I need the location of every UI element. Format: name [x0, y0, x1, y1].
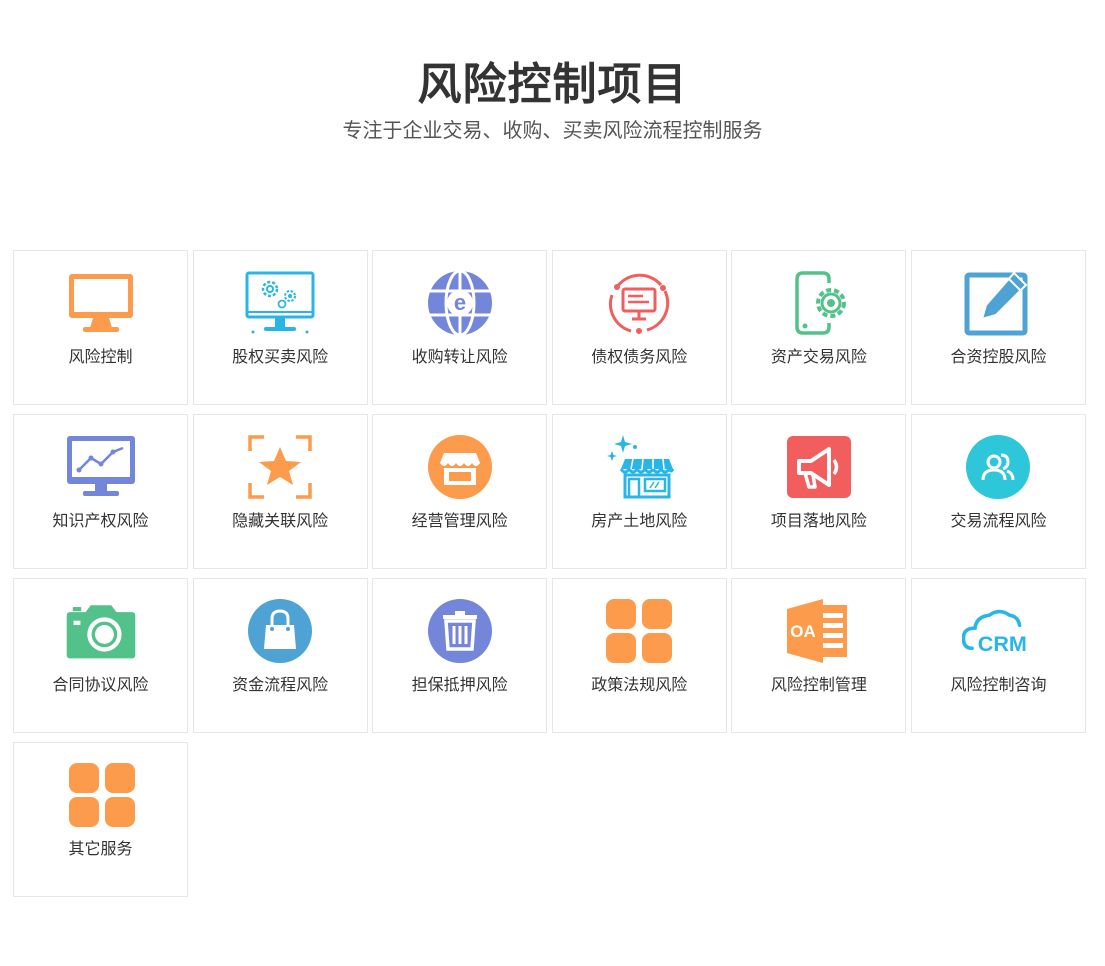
service-label: 交易流程风险: [950, 511, 1047, 530]
shop-circle-icon: [424, 433, 496, 501]
service-card-operations[interactable]: 经营管理风险: [372, 414, 548, 569]
service-card-ip[interactable]: 知识产权风险: [13, 414, 188, 569]
edit-pencil-icon: [962, 269, 1034, 337]
service-card-acquisition[interactable]: e 收购转让风险: [372, 250, 548, 405]
service-label: 股权买卖风险: [232, 347, 329, 366]
service-card-risk-management[interactable]: OA 风险控制管理: [731, 578, 907, 733]
service-label: 合资控股风险: [950, 347, 1047, 366]
service-label: 合同协议风险: [52, 675, 149, 694]
service-card-asset-trade[interactable]: 资产交易风险: [731, 250, 907, 405]
service-card-policy[interactable]: 政策法规风险: [551, 578, 727, 733]
service-card-funds-flow[interactable]: 资金流程风险: [192, 578, 368, 733]
service-label: 隐藏关联风险: [232, 511, 329, 530]
globe-e-icon: e: [424, 269, 496, 337]
service-label: 收购转让风险: [411, 347, 508, 366]
crm-cloud-icon: CRM: [962, 597, 1034, 665]
service-label: 担保抵押风险: [411, 675, 508, 694]
star-frame-icon: [244, 433, 316, 501]
service-label: 其它服务: [68, 839, 133, 858]
service-card-hidden-relations[interactable]: 隐藏关联风险: [192, 414, 368, 569]
service-label: 资产交易风险: [770, 347, 867, 366]
grid-squares-icon: [65, 761, 137, 829]
service-label: 房产土地风险: [591, 511, 688, 530]
service-label: 资金流程风险: [232, 675, 329, 694]
tablet-gear-icon: [783, 269, 855, 337]
storefront-sparkle-icon: [603, 433, 675, 501]
service-label: 债权债务风险: [591, 347, 688, 366]
monitor-icon: [65, 269, 137, 337]
service-card-guarantee[interactable]: 担保抵押风险: [372, 578, 548, 733]
service-label: 知识产权风险: [52, 511, 149, 530]
service-label: 风险控制: [68, 347, 133, 366]
svg-text:e: e: [454, 290, 466, 315]
service-card-other[interactable]: 其它服务: [13, 742, 188, 897]
service-card-debt[interactable]: 债权债务风险: [551, 250, 727, 405]
shopping-bag-icon: [244, 597, 316, 665]
megaphone-icon: [783, 433, 855, 501]
service-card-contract[interactable]: 合同协议风险: [13, 578, 188, 733]
service-label: 风险控制管理: [770, 675, 867, 694]
grid-squares-icon: [603, 597, 675, 665]
presentation-cycle-icon: [603, 269, 675, 337]
users-circle-icon: [962, 433, 1034, 501]
service-label: 政策法规风险: [591, 675, 688, 694]
service-card-risk-consulting[interactable]: CRM 风险控制咨询: [910, 578, 1086, 733]
chart-monitor-icon: [65, 433, 137, 501]
service-grid: 风险控制 股权买卖风险 e 收购转让风险 债权债务风险 资产交易风险 合资控股风…: [13, 250, 1086, 897]
service-label: 经营管理风险: [411, 511, 508, 530]
trash-icon: [424, 597, 496, 665]
crm-icon-text: CRM: [978, 631, 1027, 656]
service-label: 风险控制咨询: [950, 675, 1047, 694]
service-card-risk-control[interactable]: 风险控制: [13, 250, 188, 405]
service-card-trade-process[interactable]: 交易流程风险: [910, 414, 1086, 569]
service-card-equity-trade[interactable]: 股权买卖风险: [192, 250, 368, 405]
camera-icon: [65, 597, 137, 665]
oa-icon: OA: [783, 597, 855, 665]
service-card-real-estate[interactable]: 房产土地风险: [551, 414, 727, 569]
service-card-project-landing[interactable]: 项目落地风险: [731, 414, 907, 569]
service-card-joint-venture[interactable]: 合资控股风险: [910, 250, 1086, 405]
page-subtitle: 专注于企业交易、收购、买卖风险流程控制服务: [342, 118, 763, 142]
oa-icon-text: OA: [790, 622, 816, 641]
service-label: 项目落地风险: [770, 511, 867, 530]
gear-screen-icon: [244, 269, 316, 337]
page-title: 风险控制项目: [417, 59, 688, 110]
